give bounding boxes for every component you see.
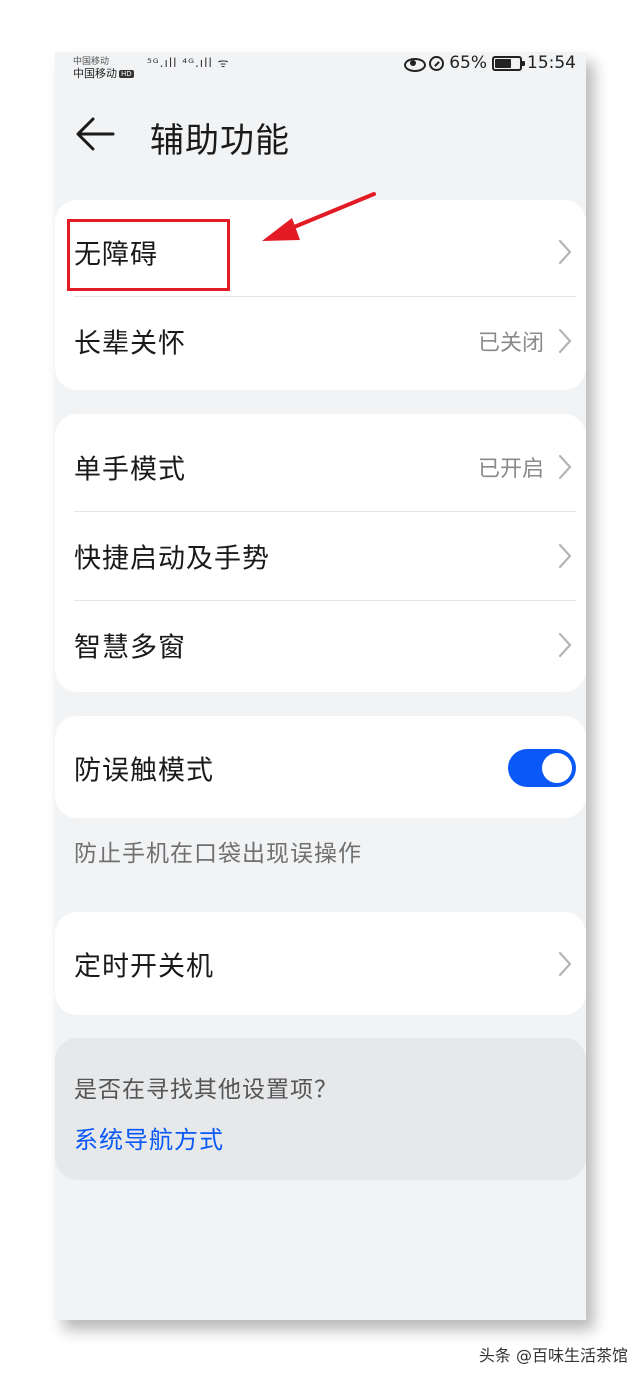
status-bar: 中国移动 中国移动 HD ⁵ᴳ.ıll ⁴ᴳ.ıll ᯤ 65% 15:54 xyxy=(55,52,586,86)
carrier-name: 中国移动 xyxy=(73,67,117,80)
row-label: 定时开关机 xyxy=(74,951,214,982)
settings-card-2: 单手模式 已开启 快捷启动及手势 智慧多窗 xyxy=(55,414,586,692)
header: 辅助功能 xyxy=(55,102,586,172)
chevron-right-icon xyxy=(558,328,572,353)
watermark: 头条 @百味生活茶馆 xyxy=(478,1346,628,1365)
toggle-knob xyxy=(542,752,572,783)
page-title: 辅助功能 xyxy=(150,121,290,161)
system-navigation-link[interactable]: 系统导航方式 xyxy=(74,1120,224,1155)
carrier-label: 中国移动 HD xyxy=(73,65,134,81)
chevron-right-icon xyxy=(558,951,572,976)
red-arrow-icon xyxy=(262,192,376,241)
alarm-icon xyxy=(429,55,445,71)
eye-icon xyxy=(404,57,427,72)
chevron-right-icon xyxy=(558,632,572,657)
row-smart-multiwindow[interactable]: 智慧多窗 xyxy=(55,600,586,689)
row-scheduled-power[interactable]: 定时开关机 xyxy=(55,919,586,1008)
row-label: 单手模式 xyxy=(74,454,186,485)
accidental-touch-description: 防止手机在口袋出现误操作 xyxy=(74,841,362,867)
row-one-hand-mode[interactable]: 单手模式 已开启 xyxy=(55,422,586,511)
back-arrow-icon xyxy=(76,117,115,151)
back-button[interactable] xyxy=(73,112,117,156)
row-accidental-touch[interactable]: 防误触模式 xyxy=(55,723,586,812)
status-time: 15:54 xyxy=(527,53,576,73)
chevron-right-icon xyxy=(558,543,572,568)
battery-icon xyxy=(492,55,525,71)
battery-fill xyxy=(495,58,511,68)
hd-badge: HD xyxy=(119,70,134,78)
row-label: 防误触模式 xyxy=(74,755,214,786)
status-right: 65% 15:54 xyxy=(404,52,576,74)
row-value: 已开启 xyxy=(477,456,544,482)
highlight-box xyxy=(67,219,230,291)
signal-icons: ⁵ᴳ.ıll ⁴ᴳ.ıll ᯤ xyxy=(147,56,230,70)
row-label: 智慧多窗 xyxy=(74,632,186,663)
suggestion-title: 是否在寻找其他设置项？ xyxy=(74,1077,338,1103)
settings-card-3: 防误触模式 xyxy=(55,716,586,818)
suggestion-card: 是否在寻找其他设置项？ 系统导航方式 xyxy=(55,1038,586,1180)
row-shortcuts-gestures[interactable]: 快捷启动及手势 xyxy=(55,511,586,600)
settings-card-4: 定时开关机 xyxy=(55,912,586,1015)
row-value: 已关闭 xyxy=(477,330,544,356)
battery-percent: 65% xyxy=(449,53,487,73)
accidental-touch-toggle[interactable] xyxy=(508,748,576,787)
chevron-right-icon xyxy=(558,454,572,479)
row-label: 快捷启动及手势 xyxy=(74,543,270,574)
chevron-right-icon xyxy=(558,239,572,264)
row-elder-care[interactable]: 长辈关怀 已关闭 xyxy=(55,296,586,385)
row-label: 长辈关怀 xyxy=(74,328,186,359)
